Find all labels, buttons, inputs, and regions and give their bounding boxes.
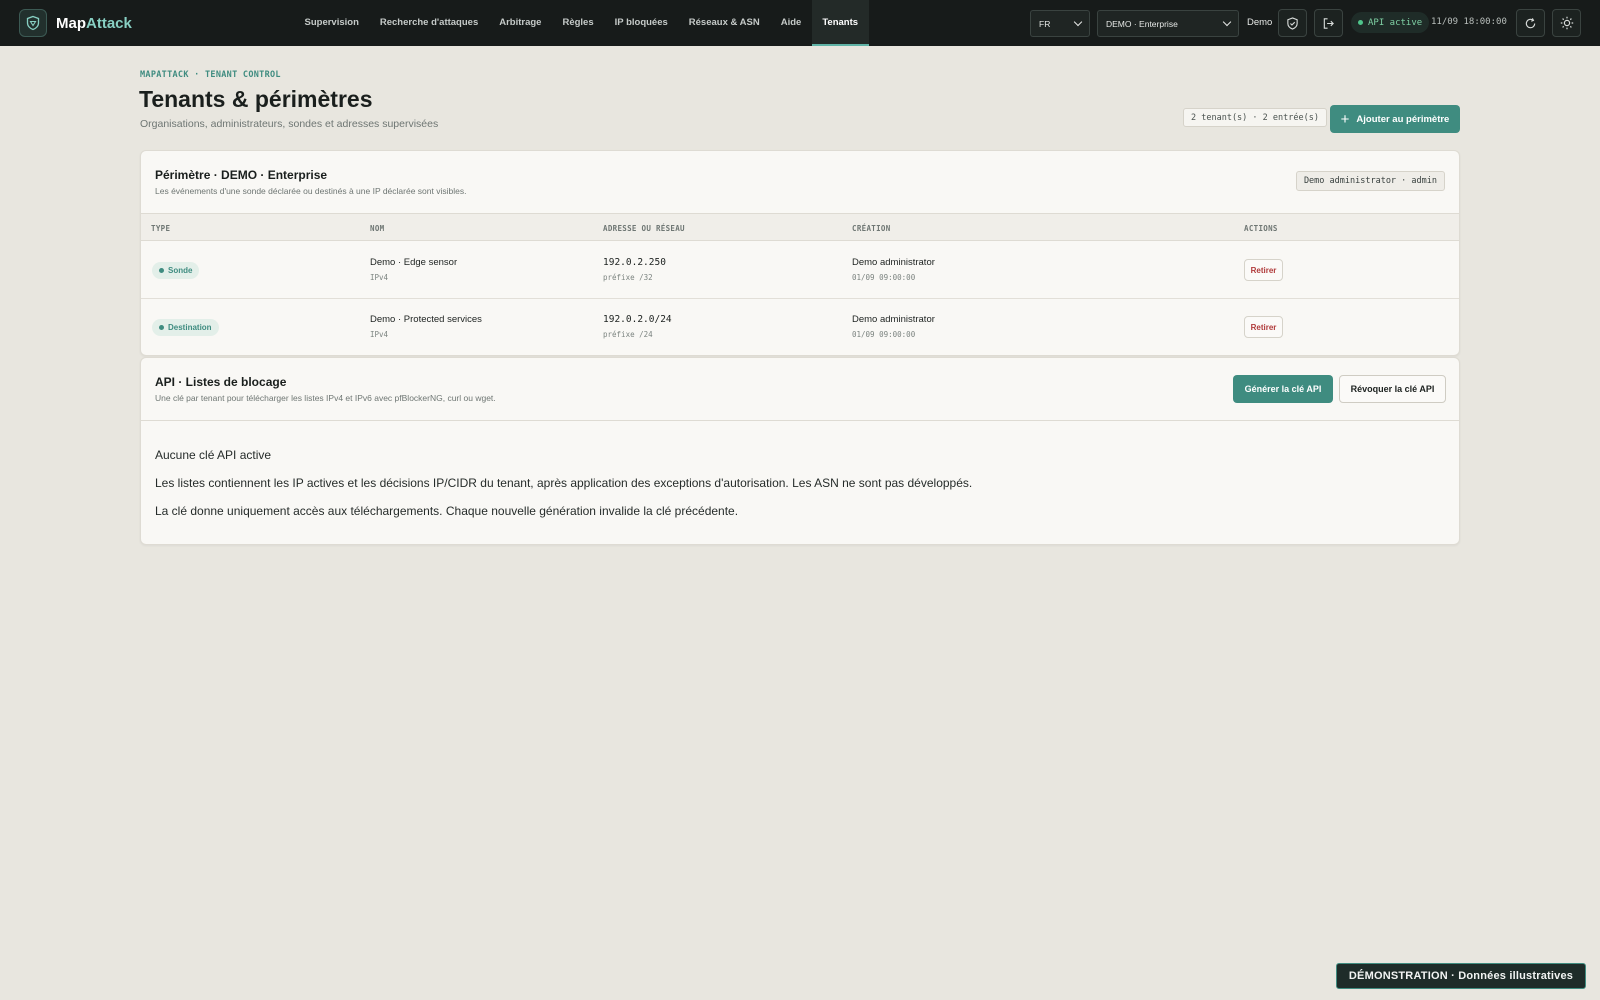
plus-icon: + [1340, 110, 1350, 128]
remove-button[interactable]: Retirer [1244, 259, 1283, 281]
brand-name-part1: Map [56, 14, 86, 32]
api-title: API · Listes de blocage [155, 375, 287, 389]
entry-prefix: préfixe /32 [603, 273, 653, 282]
api-key-info: La clé donne uniquement accès aux téléch… [155, 504, 739, 518]
shield-logo-icon [19, 9, 47, 37]
table-row: Destination Demo · Protected services IP… [141, 299, 1459, 356]
current-user: Demo [1247, 17, 1273, 28]
chevron-down-icon [1073, 17, 1083, 27]
nav-tenants[interactable]: Tenants [811, 0, 869, 46]
entry-created-by: Demo administrator [852, 257, 935, 268]
refresh-button[interactable] [1516, 9, 1545, 37]
status-dot-icon [1358, 20, 1363, 25]
nav-rules[interactable]: Règles [552, 0, 604, 46]
column-address: ADRESSE OU RÉSEAU [603, 224, 685, 233]
api-status-badge: API active [1351, 12, 1430, 33]
page-subtitle: Organisations, administrateurs, sondes e… [140, 118, 439, 130]
api-status-text: API active [1368, 17, 1423, 28]
tenant-select[interactable]: DEMO · Enterprise [1097, 10, 1239, 37]
main-nav: Supervision Recherche d'attaques Arbitra… [294, 0, 869, 46]
brand-name: MapAttack [56, 15, 132, 32]
nav-attack-search[interactable]: Recherche d'attaques [369, 0, 488, 46]
admin-chip: Demo administrator · admin [1295, 171, 1445, 191]
logout-button[interactable] [1314, 9, 1343, 37]
page-eyebrow: MAPATTACK · TENANT CONTROL [140, 70, 281, 80]
add-to-perimeter-button[interactable]: + Ajouter au périmètre [1330, 105, 1460, 133]
language-select[interactable]: FR [1030, 10, 1090, 37]
api-key-status: Aucune clé API active [155, 448, 272, 462]
nav-blocked-ips[interactable]: IP bloquées [604, 0, 678, 46]
status-dot-icon [159, 325, 164, 330]
brand-name-part2: Attack [86, 14, 132, 32]
top-bar: MapAttack Supervision Recherche d'attaqu… [0, 0, 1600, 46]
table-header: TYPE NOM ADRESSE OU RÉSEAU CRÉATION ACTI… [141, 213, 1459, 241]
perimeter-description: Les événements d'une sonde déclarée ou d… [155, 186, 467, 196]
entry-created-at: 01/09 09:00:00 [852, 330, 916, 339]
nav-supervision[interactable]: Supervision [294, 0, 369, 46]
table-row: Sonde Demo · Edge sensor IPv4 192.0.2.25… [141, 242, 1459, 299]
entry-created-at: 01/09 09:00:00 [852, 273, 916, 282]
column-name: NOM [370, 224, 385, 233]
sun-icon [1560, 16, 1573, 30]
add-to-perimeter-label: Ajouter au périmètre [1356, 113, 1450, 125]
count-chip: 2 tenant(s) · 2 entrée(s) [1183, 108, 1327, 127]
column-created: CRÉATION [852, 224, 891, 233]
brand[interactable]: MapAttack [19, 9, 132, 37]
refresh-icon [1525, 17, 1536, 28]
entry-address: 192.0.2.0/24 [603, 314, 672, 325]
revoke-api-key-button[interactable]: Révoquer la clé API [1339, 375, 1446, 403]
language-select-value: FR [1039, 18, 1051, 29]
shield-check-icon [1287, 16, 1298, 30]
status-dot-icon [159, 268, 164, 273]
entry-prefix: préfixe /24 [603, 330, 653, 339]
nav-arbitrage[interactable]: Arbitrage [489, 0, 552, 46]
entry-created-by: Demo administrator [852, 314, 935, 325]
api-description: Une clé par tenant pour télécharger les … [155, 393, 496, 403]
entry-family: IPv4 [370, 330, 389, 339]
api-card: API · Listes de blocage Une clé par tena… [140, 357, 1460, 545]
theme-toggle-button[interactable] [1552, 9, 1581, 37]
chevron-down-icon [1222, 17, 1232, 27]
entry-family: IPv4 [370, 273, 389, 282]
security-button[interactable] [1278, 9, 1307, 37]
tenant-select-value: DEMO · Enterprise [1106, 18, 1178, 29]
type-badge-label: Destination [168, 323, 212, 332]
demo-banner: DÉMONSTRATION · Données illustratives [1336, 963, 1586, 989]
type-badge-label: Sonde [168, 266, 193, 275]
entry-address: 192.0.2.250 [603, 257, 666, 268]
generate-api-key-button[interactable]: Générer la clé API [1233, 375, 1333, 403]
perimeter-card: Périmètre · DEMO · Enterprise Les événem… [140, 150, 1460, 356]
perimeter-title: Périmètre · DEMO · Enterprise [155, 168, 328, 182]
divider [141, 420, 1459, 421]
column-actions: ACTIONS [1244, 224, 1278, 233]
remove-button[interactable]: Retirer [1244, 316, 1283, 338]
logout-icon [1323, 17, 1334, 29]
page-title: Tenants & périmètres [139, 86, 373, 112]
entry-name: Demo · Edge sensor [370, 257, 458, 268]
nav-networks-asn[interactable]: Réseaux & ASN [678, 0, 770, 46]
clock: 11/09 18:00:00 [1431, 17, 1507, 27]
api-lists-info: Les listes contiennent les IP actives et… [155, 476, 973, 490]
type-badge: Destination [152, 319, 219, 336]
type-badge: Sonde [152, 262, 200, 279]
nav-help[interactable]: Aide [770, 0, 812, 46]
column-type: TYPE [151, 224, 171, 233]
entry-name: Demo · Protected services [370, 314, 482, 325]
